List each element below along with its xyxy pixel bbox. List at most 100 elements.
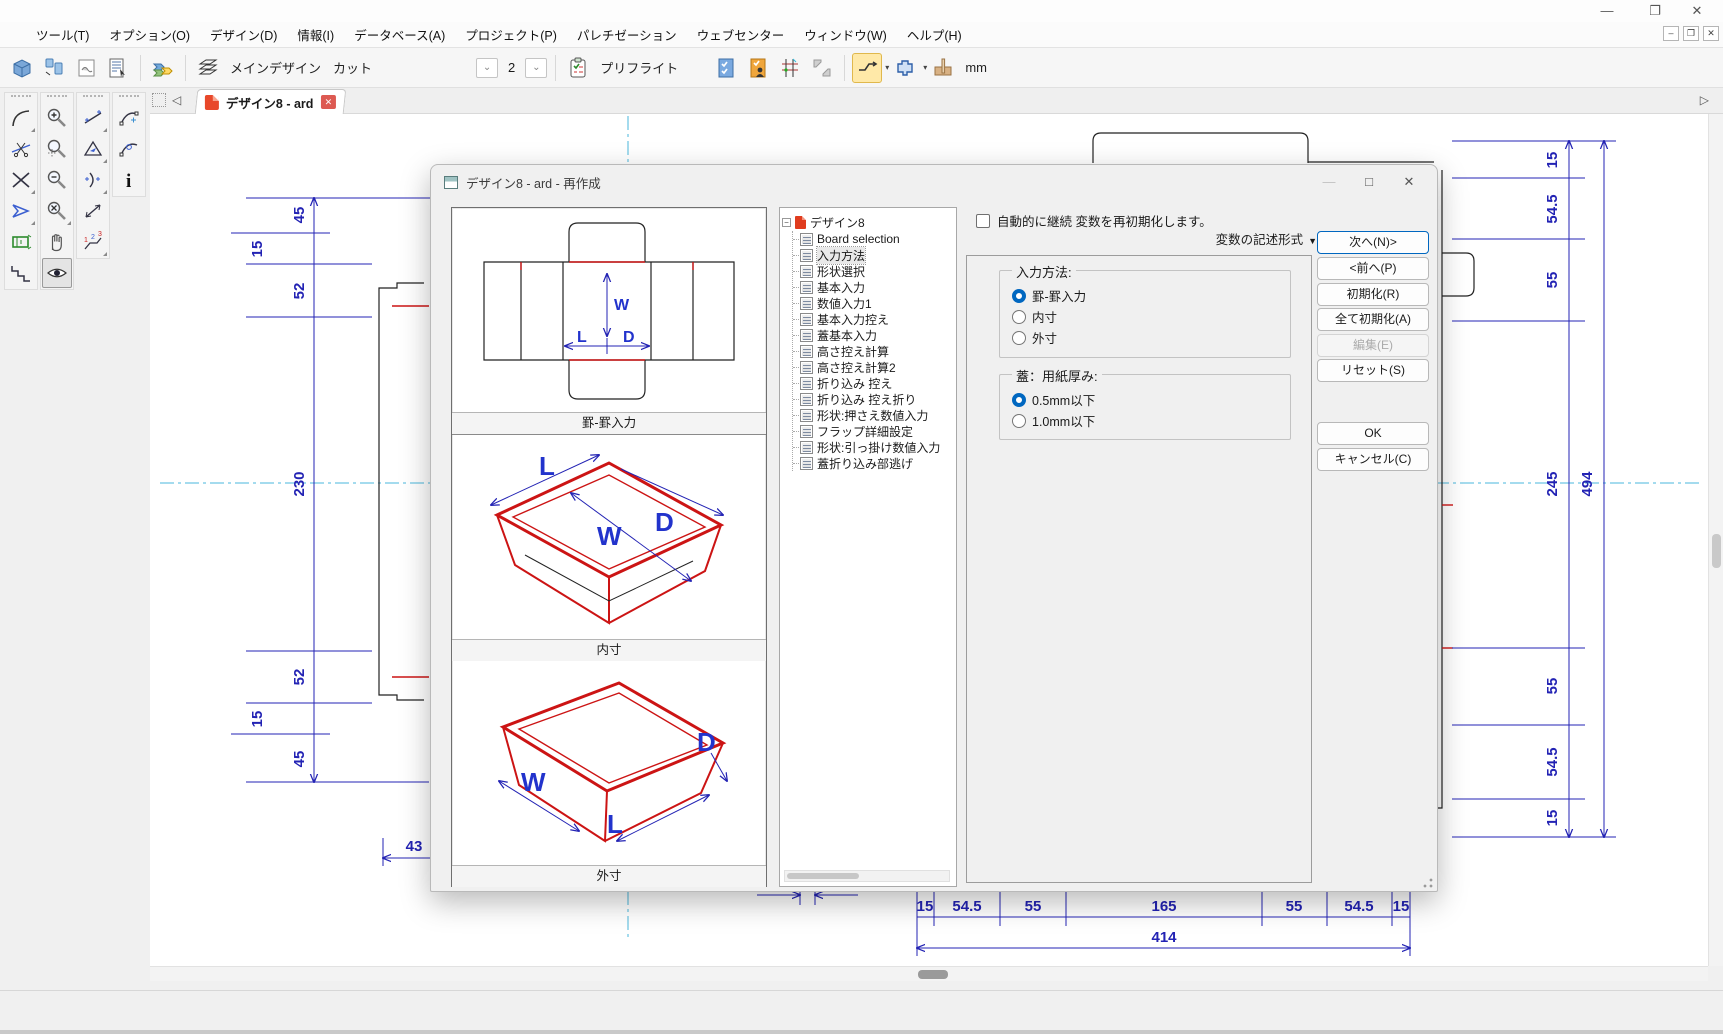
radio-option[interactable]: 罫-罫入力 (1012, 285, 1290, 306)
svg-text:15: 15 (917, 898, 934, 915)
auto-reinit-label: 自動的に継続 変数を再初期化します。 (997, 211, 1212, 230)
toolbar-grip[interactable] (11, 95, 31, 102)
tree-item[interactable]: 基本入力控え (793, 311, 954, 327)
radio-button[interactable] (1012, 414, 1026, 428)
pan-tool-icon[interactable] (42, 227, 72, 257)
radio-option[interactable]: 内寸 (1012, 306, 1290, 327)
dialog-titlebar[interactable]: デザイン8 - ard - 再作成 (431, 165, 1437, 199)
svg-text:W: W (597, 521, 622, 551)
delete-tool-icon[interactable] (6, 165, 36, 195)
toolbar-grip[interactable] (83, 95, 103, 102)
design-doc-icon (795, 216, 806, 229)
svg-text:414: 414 (1151, 929, 1177, 946)
tree-root[interactable]: − デザイン8 (782, 214, 954, 231)
dialog-title: デザイン8 - ard - 再作成 (466, 173, 601, 192)
rectangle-tool-icon[interactable] (6, 227, 36, 257)
dialog-button-1[interactable]: <前へ(P) (1317, 257, 1429, 280)
bezier-edit-tool-icon[interactable] (114, 134, 144, 164)
svg-text:2: 2 (91, 234, 95, 241)
radio-button[interactable] (1012, 393, 1026, 407)
zoom-reset-tool-icon[interactable] (42, 196, 72, 226)
dialog-button-0[interactable]: 次へ(N)> (1317, 231, 1429, 254)
preview-caption: 外寸 (452, 865, 766, 887)
dialog-resize-grip[interactable] (1423, 878, 1433, 888)
svg-text:230: 230 (291, 471, 308, 496)
toolbar-grip[interactable] (47, 95, 67, 102)
zoom-out-tool-icon[interactable] (42, 165, 72, 195)
group-title: 入力方法: (1012, 262, 1076, 281)
svg-text:L: L (539, 451, 555, 481)
svg-text:D: D (623, 329, 635, 346)
svg-text:54.5: 54.5 (1544, 194, 1561, 223)
tree-hscroll-thumb[interactable] (787, 873, 859, 879)
cut-tool-icon[interactable] (6, 134, 36, 164)
measure-tool-icon[interactable] (78, 196, 108, 226)
numbered-line-tool-icon[interactable]: 123 (78, 227, 108, 257)
stairs-tool-icon[interactable] (6, 258, 36, 288)
tree-item[interactable]: 蓋基本入力 (793, 327, 954, 343)
tree-item-label: 形状選択 (817, 263, 865, 280)
svg-text:45: 45 (291, 207, 308, 224)
rebuild-step-tree: − デザイン8 Board selection入力方法形状選択基本入力数値入力1… (779, 207, 957, 887)
tree-item[interactable]: 数値入力1 (793, 295, 954, 311)
dialog-button-3[interactable]: 全て初期化(A) (1317, 308, 1429, 331)
tree-item[interactable]: 形状:引っ掛け数値入力 (793, 439, 954, 455)
preview-caption: 罫-罫入力 (452, 412, 766, 434)
tree-item-label: 折り込み 控え (817, 375, 892, 392)
corner-tool-icon[interactable] (6, 103, 36, 133)
tree-items: Board selection入力方法形状選択基本入力数値入力1基本入力控え蓋基… (792, 231, 954, 471)
info-tool-icon[interactable]: i (114, 165, 144, 195)
tree-item[interactable]: フラップ詳細設定 (793, 423, 954, 439)
tree-root-label: デザイン8 (810, 214, 865, 231)
toolbar-grip[interactable] (119, 95, 139, 102)
application-window: — ❐ ✕ ツール(T)オプション(O)デザイン(D)情報(I)データベース(A… (0, 0, 1723, 1034)
line-angle-tool-icon[interactable] (78, 103, 108, 133)
dialog-button-4: 編集(E) (1317, 334, 1429, 357)
variable-format-dropdown[interactable]: 変数の記述形式▼ (1187, 229, 1317, 248)
radio-label: 外寸 (1032, 328, 1057, 347)
flip-tool-icon[interactable] (78, 134, 108, 164)
flat-blank-drawing: W L D (452, 208, 766, 412)
zoom-in-tool-icon[interactable] (42, 103, 72, 133)
tree-item[interactable]: 高さ控え計算2 (793, 359, 954, 375)
arrowhead-tool-icon[interactable] (6, 196, 36, 226)
radio-button[interactable] (1012, 289, 1026, 303)
arc-tool-icon[interactable] (78, 165, 108, 195)
auto-reinit-checkbox[interactable] (976, 214, 990, 228)
tree-item[interactable]: Board selection (793, 231, 954, 247)
svg-text:L: L (607, 809, 623, 839)
tree-item[interactable]: 入力方法 (793, 247, 954, 263)
dialog-button-ok[interactable]: OK (1317, 422, 1429, 445)
eye-tool-icon[interactable] (42, 258, 72, 288)
svg-text:D: D (697, 727, 716, 757)
svg-text:55: 55 (1286, 898, 1303, 915)
tool-column (4, 92, 38, 290)
tree-item[interactable]: 形状:押さえ数値入力 (793, 407, 954, 423)
radio-option[interactable]: 0.5mm以下 (1012, 389, 1290, 410)
dialog-button-5[interactable]: リセット(S) (1317, 359, 1429, 382)
svg-text:165: 165 (1151, 898, 1176, 915)
bezier-plus-tool-icon[interactable] (114, 103, 144, 133)
dialog-button-cancel[interactable]: キャンセル(C) (1317, 448, 1429, 471)
tree-item[interactable]: 折り込み 控え (793, 375, 954, 391)
auto-reinit-row: 自動的に継続 変数を再初期化します。 (976, 211, 1212, 230)
tree-item[interactable]: 高さ控え計算 (793, 343, 954, 359)
preview-flat-blank: W L D 罫-罫入力 (452, 208, 766, 435)
tree-item[interactable]: 形状選択 (793, 263, 954, 279)
zoom-region-tool-icon[interactable] (42, 134, 72, 164)
step-form-icon (800, 393, 813, 406)
tree-item[interactable]: 折り込み 控え折り (793, 391, 954, 407)
tree-horizontal-scrollbar[interactable] (784, 870, 950, 882)
svg-text:52: 52 (291, 669, 308, 686)
radio-button[interactable] (1012, 310, 1026, 324)
radio-option[interactable]: 1.0mm以下 (1012, 410, 1290, 431)
outer-box-drawing: W L D (452, 661, 766, 865)
tree-collapse-icon[interactable]: − (782, 218, 791, 227)
radio-option[interactable]: 外寸 (1012, 327, 1290, 348)
dialog-button-2[interactable]: 初期化(R) (1317, 283, 1429, 306)
variable-format-label: 変数の記述形式 (1216, 233, 1304, 247)
step-form-icon (800, 441, 813, 454)
tree-item[interactable]: 蓋折り込み部逃げ (793, 455, 954, 471)
tree-item[interactable]: 基本入力 (793, 279, 954, 295)
radio-button[interactable] (1012, 331, 1026, 345)
